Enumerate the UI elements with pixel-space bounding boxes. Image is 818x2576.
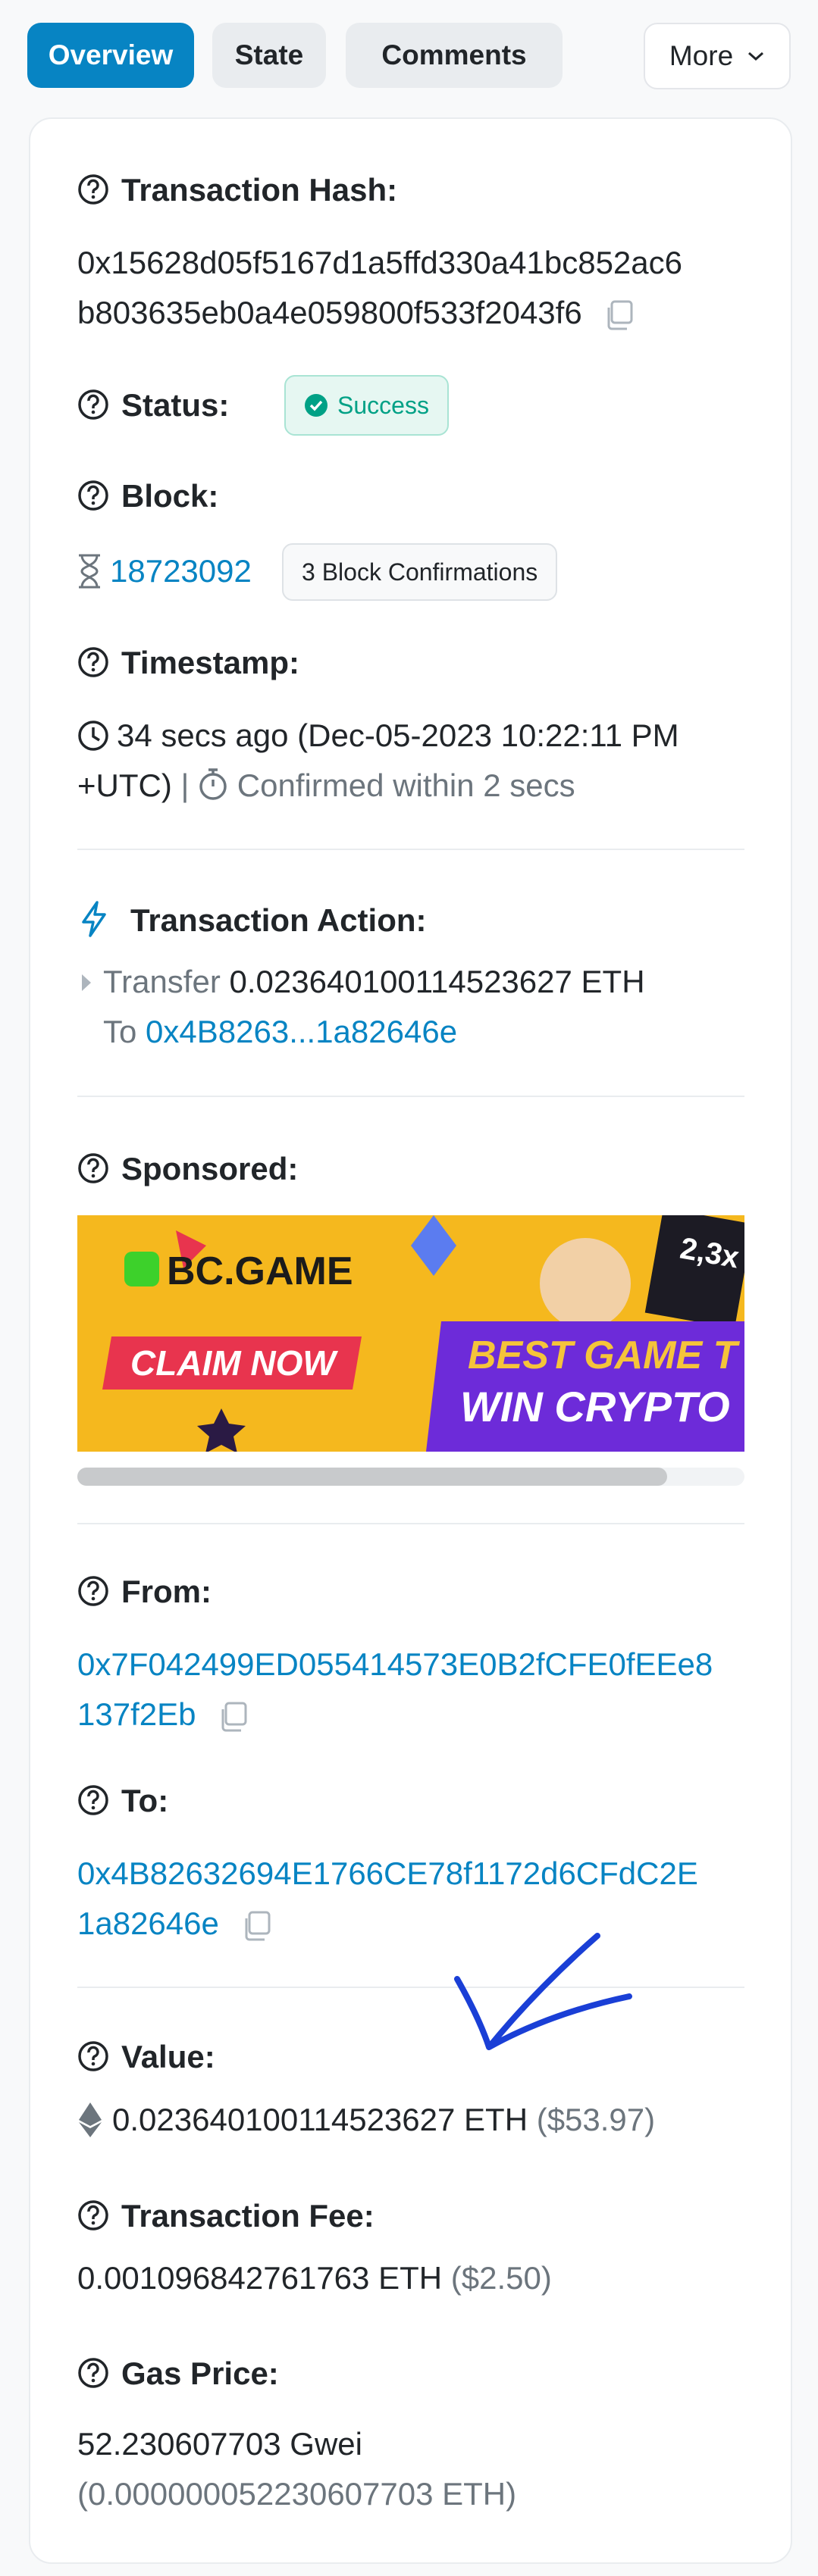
fee-usd: ($2.50) [450, 2260, 552, 2296]
ad-headline-2: WIN CRYPTO [460, 1383, 730, 1430]
tx-hash-label: Transaction Hash: [121, 172, 398, 208]
ad-headline-1: BEST GAME T [468, 1333, 738, 1377]
action-amount: 0.023640100114523627 ETH [229, 964, 645, 999]
bc-game-logo-icon [124, 1252, 159, 1286]
annotation-arrow-icon [454, 1933, 632, 2050]
chevron-down-icon [748, 52, 764, 61]
block-number-link[interactable]: 18723092 [110, 546, 252, 596]
divider [77, 1096, 744, 1097]
question-icon [78, 1785, 108, 1815]
fee-amount: 0.001096842761763 ETH [77, 2260, 443, 2296]
question-icon [78, 2041, 108, 2071]
copy-icon[interactable] [217, 1700, 250, 1733]
timestamp-line1: 34 secs ago (Dec-05-2023 10:22:11 PM [117, 717, 679, 753]
ad-scrollbar-thumb[interactable] [77, 1468, 667, 1486]
ethereum-icon [79, 2102, 102, 2137]
action-to-word: To [103, 1014, 137, 1049]
transaction-action-label: Transaction Action: [130, 902, 427, 938]
action-to-address-link[interactable]: 0x4B8263...1a82646e [146, 1014, 457, 1049]
tx-hash-line2: b803635eb0a4e059800f533f2043f6 [77, 295, 582, 330]
transaction-details-card: Transaction Hash: 0x15628d05f5167d1a5ffd… [29, 117, 792, 2564]
question-icon [78, 647, 108, 677]
lightning-icon [82, 901, 106, 937]
action-transfer-word: Transfer [103, 964, 221, 999]
transaction-fee-label: Transaction Fee: [121, 2198, 375, 2234]
more-label: More [669, 40, 734, 71]
status-badge: Success [284, 375, 449, 436]
copy-icon[interactable] [240, 1909, 274, 1943]
tab-state[interactable]: State [212, 23, 326, 88]
status-value: Success [337, 391, 429, 419]
status-label: Status: [121, 387, 230, 423]
question-icon [78, 2200, 108, 2231]
divider [77, 1523, 744, 1524]
divider [77, 1987, 744, 1988]
to-address-line1[interactable]: 0x4B82632694E1766CE78f1172d6CFdC2E [77, 1849, 698, 1899]
tab-overview[interactable]: Overview [27, 23, 194, 88]
sponsored-label: Sponsored: [121, 1151, 299, 1186]
sponsored-ad-banner[interactable]: BC.GAME CLAIM NOW BEST GAME T WIN CRYPTO… [77, 1215, 744, 1452]
to-label: To: [121, 1783, 169, 1818]
timestamp-separator: | [180, 767, 190, 803]
more-dropdown[interactable]: More [644, 23, 791, 89]
block-label: Block: [121, 478, 219, 514]
block-confirmations-badge: 3 Block Confirmations [282, 543, 558, 601]
tab-comments[interactable]: Comments [346, 23, 563, 88]
timestamp-label: Timestamp: [121, 645, 299, 680]
timestamp-line2: +UTC) [77, 767, 172, 803]
check-circle-icon [305, 394, 328, 417]
caret-right-icon[interactable] [80, 973, 92, 993]
to-address-line2[interactable]: 1a82646e [77, 1905, 219, 1941]
gas-price-eth: (0.000000052230607703 ETH) [77, 2476, 517, 2512]
question-icon [78, 174, 108, 205]
question-icon [78, 389, 108, 420]
ad-cta-text: CLAIM NOW [130, 1343, 336, 1383]
confirmed-within-text: Confirmed within 2 secs [237, 767, 575, 803]
tx-hash-line1: 0x15628d05f5167d1a5ffd330a41bc852ac6 [77, 245, 682, 280]
divider [77, 849, 744, 850]
stopwatch-icon [199, 768, 227, 800]
tab-bar: Overview State Comments More [27, 23, 791, 89]
question-icon [78, 2358, 108, 2388]
clock-icon [78, 721, 108, 751]
value-usd: ($53.97) [536, 2102, 656, 2137]
gas-price-label: Gas Price: [121, 2356, 279, 2391]
gas-price-gwei: 52.230607703 Gwei [77, 2426, 362, 2462]
copy-icon[interactable] [603, 299, 636, 332]
hourglass-icon [79, 554, 100, 589]
value-amount: 0.023640100114523627 ETH [112, 2102, 528, 2137]
from-address-line1[interactable]: 0x7F042499ED055414573E0B2fCFE0fEEe8 [77, 1640, 713, 1690]
question-icon [78, 1576, 108, 1606]
question-icon [78, 1153, 108, 1183]
question-icon [78, 480, 108, 511]
from-label: From: [121, 1574, 212, 1609]
ad-logo-text: BC.GAME [167, 1249, 353, 1293]
from-address-line2[interactable]: 137f2Eb [77, 1696, 196, 1732]
value-label: Value: [121, 2039, 215, 2074]
